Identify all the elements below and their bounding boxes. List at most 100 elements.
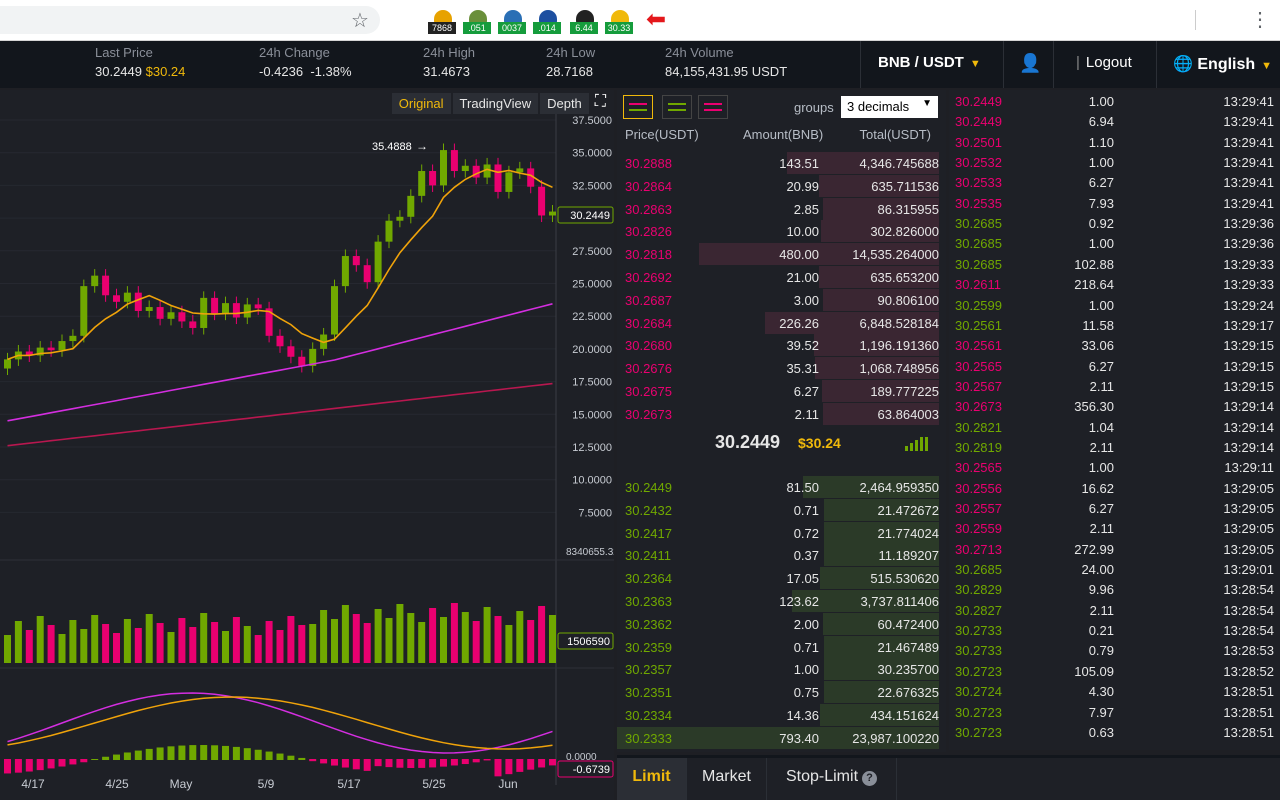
candle [4,359,11,369]
volume-bar [36,616,44,663]
language-selector[interactable]: 🌐 English ▼ [1156,41,1280,88]
chart-panel[interactable]: 37.500035.000032.500030.000027.500025.00… [0,90,614,800]
macd-bar [418,759,426,768]
trade-row: 30.2723 0.63 13:28:51 [949,722,1280,742]
bid-row[interactable]: 30.2333 793.40 23,987.100220 [617,726,946,749]
ticker-icon[interactable]: .051 [463,10,493,36]
ticker-icon[interactable]: .014 [533,10,563,36]
both-sides-view-icon[interactable] [623,95,653,119]
macd-bar [549,759,556,766]
binance-ticker-icon[interactable]: 30.33 [605,10,635,36]
bid-row[interactable]: 30.2364 17.05 515.530620 [617,567,946,590]
trade-row: 30.2611 218.64 13:29:33 [949,274,1280,294]
volume-label: 24h Volume [665,45,734,60]
ask-row[interactable]: 30.2826 10.00 302.826000 [617,220,946,243]
bid-row[interactable]: 30.2411 0.37 11.189207 [617,544,946,567]
volume-bar [418,622,426,663]
tab-market[interactable]: Market [687,758,767,800]
candle [494,164,502,192]
ask-row[interactable]: 30.2818 480.00 14,535.264000 [617,243,946,266]
groups-label: groups [794,100,834,115]
tab-stop-limit[interactable]: Stop-Limit? [767,758,897,800]
decimals-select[interactable]: 3 decimals ▼ [841,96,938,118]
tab-original[interactable]: Original [391,93,451,114]
high-stat: 24h High 31.4673 [423,45,475,79]
trade-price: 30.2685 [955,216,1002,232]
orderbook-total: 434.151624 [870,708,939,723]
trade-time: 13:29:15 [1223,338,1274,354]
orderbook-price: 30.2359 [625,639,672,655]
bitcoin-ticker-icon[interactable]: 7868 [428,10,458,36]
tab-limit[interactable]: Limit [617,758,687,800]
ask-row[interactable]: 30.2673 2.11 63.864003 [617,402,946,425]
bid-row[interactable]: 30.2363 123.62 3,737.811406 [617,590,946,612]
trade-amount: 0.63 [1088,724,1114,740]
bid-row[interactable]: 30.2351 0.75 22.676325 [617,681,946,704]
address-bar[interactable] [0,6,380,34]
ask-row[interactable]: 30.2676 35.31 1,068.748956 [617,357,946,380]
price-chart[interactable]: 37.500035.000032.500030.000027.500025.00… [0,90,614,800]
arrow-right-icon: → [416,139,428,153]
trade-price: 30.2685 [955,236,1002,252]
ask-row[interactable]: 30.2675 6.27 189.777225 [617,380,946,402]
bid-row[interactable]: 30.2449 81.50 2,464.959350 [617,476,946,498]
bid-row[interactable]: 30.2357 1.00 30.235700 [617,658,946,681]
volume-bar [494,616,502,663]
change-label: 24h Change [259,45,330,60]
ask-row[interactable]: 30.2680 39.52 1,196.191360 [617,334,946,357]
bid-row[interactable]: 30.2334 14.36 434.151624 [617,704,946,726]
mid-price-row: 30.2449 $30.24 [617,428,946,458]
trade-row: 30.2565 6.27 13:29:15 [949,356,1280,376]
volume-bar [516,611,524,663]
macd-bar [352,759,360,770]
ask-row[interactable]: 30.2687 3.00 90.806100 [617,288,946,311]
high-label: 24h High [423,45,476,60]
bookmark-star-icon[interactable]: ☆ [351,8,369,33]
trade-time: 13:29:36 [1223,236,1274,252]
tab-depth[interactable]: Depth [540,93,589,114]
tab-tradingview[interactable]: TradingView [452,93,539,114]
macd-bar [232,746,240,760]
ask-row[interactable]: 30.2692 21.00 635.653200 [617,266,946,288]
candle [178,312,186,322]
logout-button[interactable]: | Logout [1076,41,1156,88]
orderbook-price: 30.2334 [625,708,672,723]
macd-bar [494,759,502,777]
orderbook-toolbar: groups 3 decimals ▼ [617,90,946,124]
trade-row: 30.2501 1.10 13:29:41 [949,132,1280,152]
help-icon[interactable]: ? [862,771,878,786]
ticker-icon[interactable]: 6.44 [570,10,600,36]
user-icon[interactable]: 👤 [1004,41,1054,88]
fullscreen-icon[interactable]: ⛶ [595,93,606,114]
orderbook-amount: 2.11 [794,406,819,422]
chart-tabs: Original TradingView Depth ⛶ [390,93,606,114]
extension-badge: .051 [463,22,491,34]
volume-bar [440,617,447,663]
bid-row[interactable]: 30.2362 2.00 60.472400 [617,612,946,635]
macd-bar [134,750,142,760]
bid-row[interactable]: 30.2417 0.72 21.774024 [617,521,946,544]
pair-selector[interactable]: BNB / USDT ▼ [860,41,1004,88]
volume-bar [450,603,458,663]
orderbook-total: 23,987.100220 [852,730,939,746]
ask-row[interactable]: 30.2684 226.26 6,848.528184 [617,311,946,334]
bid-row[interactable]: 30.2359 0.71 21.467489 [617,635,946,658]
trade-row: 30.2561 33.06 13:29:15 [949,335,1280,355]
trade-row: 30.2713 272.99 13:29:05 [949,539,1280,559]
candle [222,303,229,314]
ticker-icon[interactable]: 0037 [498,10,528,36]
trade-amount: 0.21 [1088,623,1114,639]
bid-row[interactable]: 30.2432 0.71 21.472672 [617,498,946,521]
macd-bar [14,759,22,773]
orderbook-price: 30.2411 [625,548,672,564]
bids-view-icon[interactable] [662,95,692,119]
trade-amount: 9.96 [1088,582,1114,598]
ask-row[interactable]: 30.2888 143.51 4,346.745688 [617,152,946,174]
asks-view-icon[interactable] [698,95,728,119]
ask-row[interactable]: 30.2864 20.99 635.711536 [617,174,946,197]
ask-row[interactable]: 30.2863 2.85 86.315955 [617,197,946,220]
browser-menu-icon[interactable]: ⋮ [1250,7,1270,32]
candle [145,307,153,311]
orderbook-amount: 6.27 [793,384,819,399]
volume-bar [538,606,546,663]
